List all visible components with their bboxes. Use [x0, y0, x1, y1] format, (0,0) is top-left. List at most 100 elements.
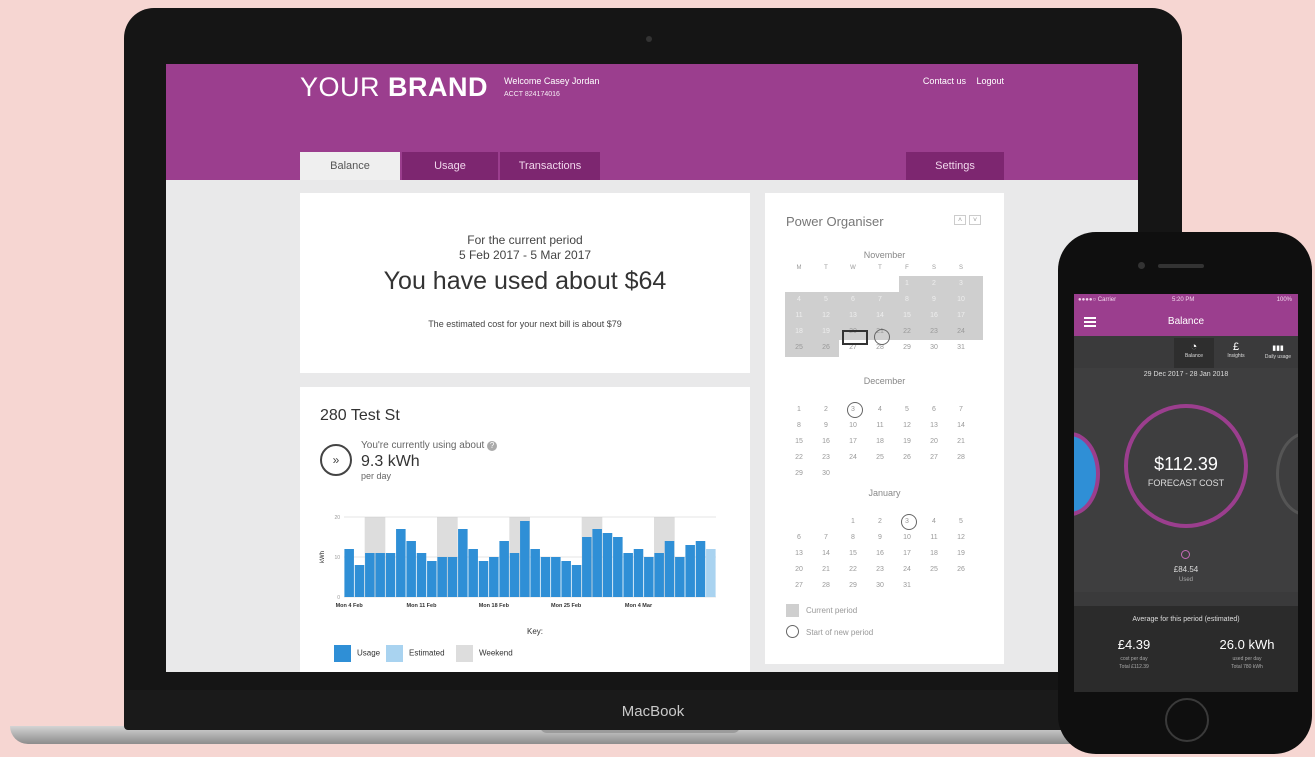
calendar-day[interactable]: 7 [868, 296, 892, 303]
calendar-day[interactable]: 23 [814, 454, 838, 461]
calendar-day[interactable]: 31 [895, 582, 919, 589]
calendar-day[interactable]: 28 [949, 454, 973, 461]
calendar-day[interactable]: 14 [949, 422, 973, 429]
calendar-day[interactable]: 12 [949, 534, 973, 541]
tab-settings[interactable]: Settings [906, 152, 1004, 180]
calendar-day[interactable]: 17 [949, 312, 973, 319]
calendar-day[interactable]: 28 [814, 582, 838, 589]
calendar-day[interactable]: 30 [814, 470, 838, 477]
calendar-day[interactable]: 1 [895, 280, 919, 287]
tab-transactions[interactable]: Transactions [500, 152, 600, 180]
calendar-day[interactable]: 15 [895, 312, 919, 319]
calendar-day[interactable]: 5 [949, 518, 973, 525]
calendar-day[interactable]: 10 [949, 296, 973, 303]
calendar-day[interactable]: 31 [949, 344, 973, 351]
calendar-day[interactable]: 29 [841, 582, 865, 589]
calendar-day[interactable]: 21 [949, 438, 973, 445]
calendar-day[interactable]: 16 [814, 438, 838, 445]
chevron-up-icon[interactable]: ˄ [954, 215, 966, 225]
calendar-day[interactable]: 16 [868, 550, 892, 557]
calendar-day[interactable]: 10 [895, 534, 919, 541]
calendar-day[interactable]: 26 [895, 454, 919, 461]
calendar-day[interactable]: 30 [922, 344, 946, 351]
calendar-day[interactable]: 25 [868, 454, 892, 461]
calendar-day[interactable]: 12 [895, 422, 919, 429]
logout-link[interactable]: Logout [976, 76, 1004, 86]
calendar-day[interactable]: 19 [949, 550, 973, 557]
tab-balance[interactable]: Balance [300, 152, 400, 180]
calendar-day[interactable]: 7 [814, 534, 838, 541]
calendar-day[interactable]: 10 [841, 422, 865, 429]
calendar-day[interactable]: 1 [787, 406, 811, 413]
calendar-day[interactable]: 5 [814, 296, 838, 303]
calendar-day[interactable]: 6 [841, 296, 865, 303]
calendar-day[interactable]: 11 [868, 422, 892, 429]
calendar-day[interactable]: 19 [895, 438, 919, 445]
calendar-day[interactable]: 13 [787, 550, 811, 557]
calendar-day[interactable]: 17 [841, 438, 865, 445]
calendar-day[interactable]: 6 [787, 534, 811, 541]
calendar-day[interactable]: 15 [787, 438, 811, 445]
calendar-day[interactable]: 12 [814, 312, 838, 319]
calendar-day[interactable]: 2 [814, 406, 838, 413]
calendar-day[interactable]: 5 [895, 406, 919, 413]
calendar-day[interactable]: 8 [841, 534, 865, 541]
calendar-day[interactable]: 26 [814, 344, 838, 351]
calendar-day[interactable]: 19 [814, 328, 838, 335]
calendar-day[interactable]: 9 [868, 534, 892, 541]
calendar-day[interactable]: 27 [922, 454, 946, 461]
menu-icon[interactable] [1084, 317, 1096, 327]
calendar-day[interactable]: 14 [868, 312, 892, 319]
calendar-day[interactable]: 20 [922, 438, 946, 445]
calendar-day[interactable]: 28 [868, 344, 892, 351]
info-icon[interactable]: ? [487, 441, 498, 451]
calendar-day[interactable]: 7 [949, 406, 973, 413]
calendar-day[interactable]: 18 [922, 550, 946, 557]
calendar-day[interactable]: 6 [922, 406, 946, 413]
calendar-day[interactable]: 29 [787, 470, 811, 477]
calendar-day[interactable]: 11 [922, 534, 946, 541]
calendar-day[interactable]: 26 [949, 566, 973, 573]
calendar-day[interactable]: 22 [787, 454, 811, 461]
calendar-day[interactable]: 21 [814, 566, 838, 573]
calendar-day[interactable]: 3 [949, 280, 973, 287]
calendar-day[interactable]: 24 [841, 454, 865, 461]
phone-tab-insights[interactable]: £ Insights [1216, 338, 1256, 368]
calendar-day[interactable]: 27 [787, 582, 811, 589]
brand-logo[interactable]: YOUR BRAND [300, 72, 488, 103]
chevron-down-icon[interactable]: ˅ [969, 215, 981, 225]
calendar-day[interactable]: 14 [814, 550, 838, 557]
calendar-day[interactable]: 4 [787, 296, 811, 303]
calendar-day[interactable]: 24 [949, 328, 973, 335]
phone-tab-balance[interactable]: ◔ Balance [1174, 338, 1214, 368]
calendar-day[interactable]: 22 [895, 328, 919, 335]
calendar-day[interactable]: 2 [868, 518, 892, 525]
contact-us-link[interactable]: Contact us [923, 76, 966, 86]
calendar-day[interactable]: 27 [841, 344, 865, 351]
calendar-day[interactable]: 23 [922, 328, 946, 335]
calendar-day[interactable]: 23 [868, 566, 892, 573]
calendar-day[interactable]: 1 [841, 518, 865, 525]
calendar-day[interactable]: 25 [787, 344, 811, 351]
calendar-day[interactable]: 18 [868, 438, 892, 445]
calendar-day[interactable]: 30 [868, 582, 892, 589]
calendar-day[interactable]: 22 [841, 566, 865, 573]
calendar-day[interactable]: 25 [922, 566, 946, 573]
calendar-day[interactable]: 2 [922, 280, 946, 287]
calendar-day[interactable]: 24 [895, 566, 919, 573]
calendar-day[interactable]: 9 [922, 296, 946, 303]
calendar-day[interactable]: 8 [787, 422, 811, 429]
calendar-day[interactable]: 13 [922, 422, 946, 429]
tab-usage[interactable]: Usage [402, 152, 498, 180]
calendar-day[interactable]: 16 [922, 312, 946, 319]
calendar-day[interactable]: 18 [787, 328, 811, 335]
calendar-day[interactable]: 9 [814, 422, 838, 429]
calendar-day[interactable]: 4 [922, 518, 946, 525]
calendar-day[interactable]: 29 [895, 344, 919, 351]
calendar-day[interactable]: 4 [868, 406, 892, 413]
calendar-day[interactable]: 17 [895, 550, 919, 557]
calendar-day[interactable]: 13 [841, 312, 865, 319]
phone-tab-daily-usage[interactable]: ▮▮▮ Daily usage [1258, 338, 1298, 368]
home-button[interactable] [1165, 698, 1209, 742]
calendar-day[interactable]: 11 [787, 312, 811, 319]
